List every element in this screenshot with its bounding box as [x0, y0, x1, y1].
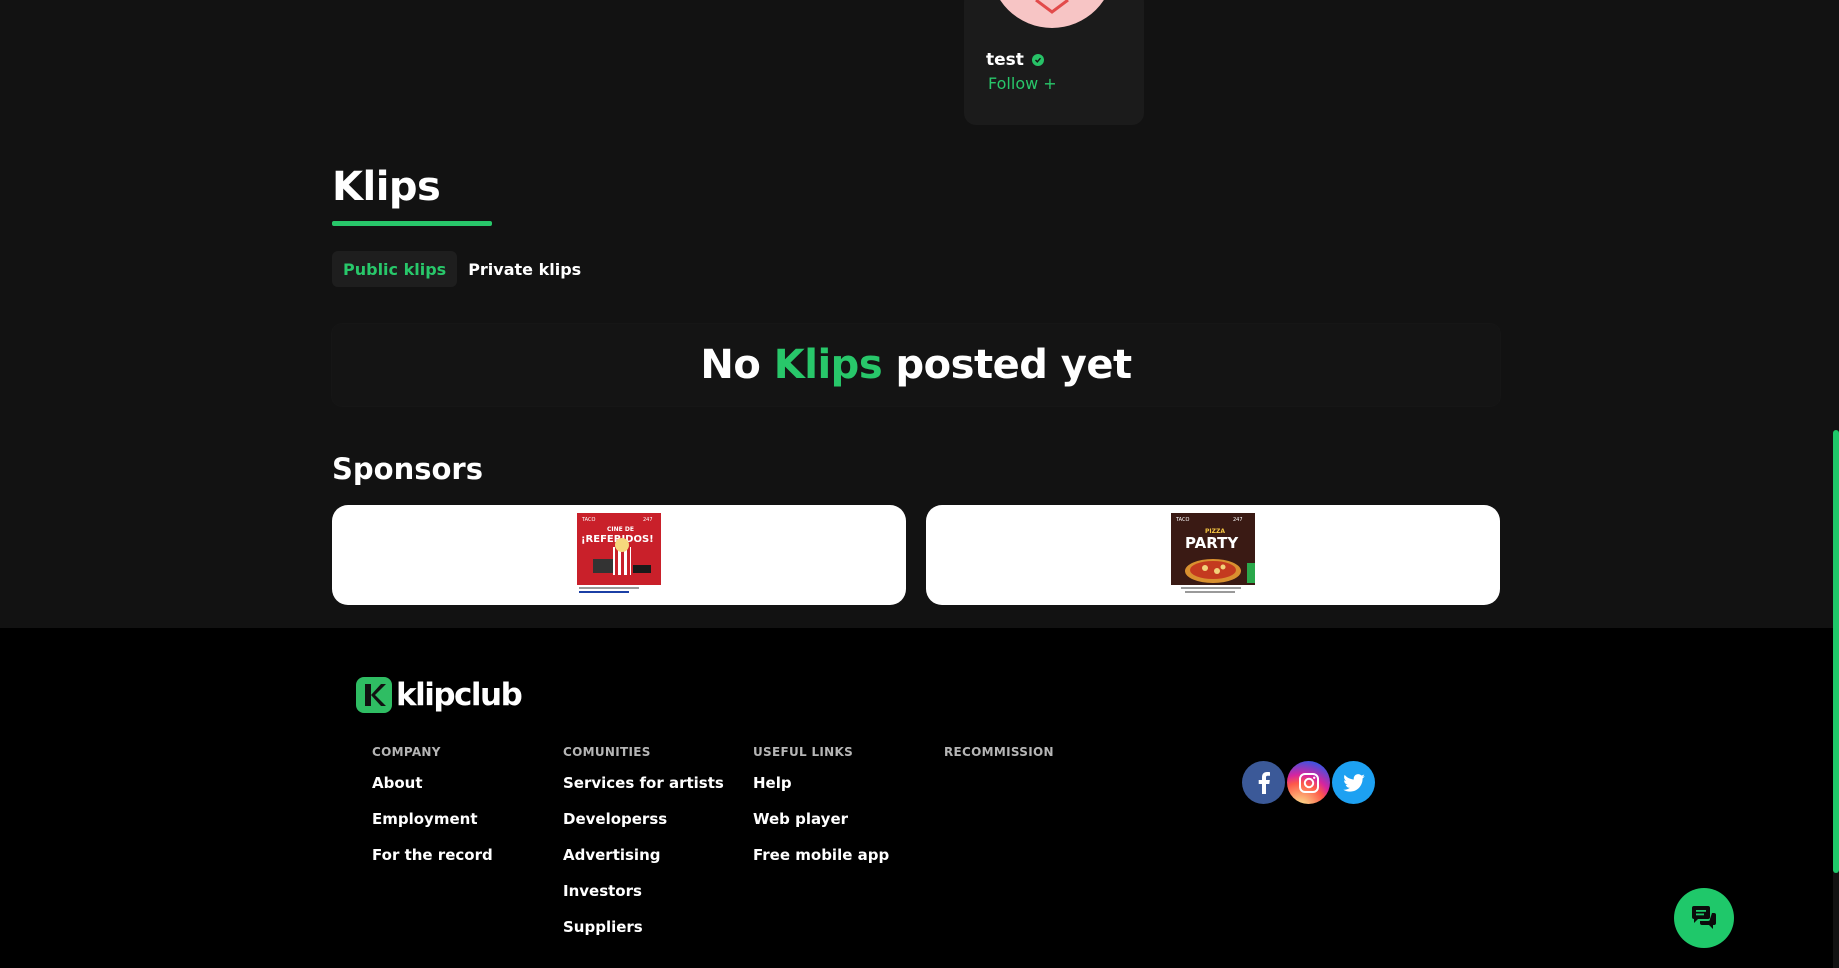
footer-link-services-for-artists[interactable]: Services for artists	[563, 774, 724, 792]
profile-card: test Follow +	[964, 0, 1144, 125]
sponsor-card[interactable]: TACO 247 PIZZA PARTY	[926, 505, 1500, 605]
sponsor-card[interactable]: TACO 247 CINE DE ¡REFERIDOS!	[332, 505, 906, 605]
footer-link-investors[interactable]: Investors	[563, 882, 724, 900]
empty-text-start: No	[700, 342, 774, 388]
chat-button[interactable]	[1674, 888, 1734, 948]
ad-headline: PARTY	[1185, 534, 1239, 552]
empty-state-message: No Klips posted yet	[700, 342, 1133, 388]
footer-link-help[interactable]: Help	[753, 774, 889, 792]
logo-text: klipclub	[396, 677, 523, 713]
klipclub-logo[interactable]: klipclub	[356, 677, 523, 713]
footer-link-suppliers[interactable]: Suppliers	[563, 918, 724, 936]
ad-brand-left: TACO	[581, 517, 595, 523]
footer-link-for-the-record[interactable]: For the record	[372, 846, 493, 864]
footer-column-comunities: COMUNITIES Services for artists Develope…	[563, 745, 724, 954]
sponsor-ad-cinema-image: TACO 247 CINE DE ¡REFERIDOS!	[577, 513, 661, 597]
footer-column-heading: COMUNITIES	[563, 745, 651, 759]
verified-icon	[1031, 54, 1044, 66]
sponsor-ad-pizza-image: TACO 247 PIZZA PARTY	[1171, 513, 1255, 597]
footer-link-free-mobile-app[interactable]: Free mobile app	[753, 846, 889, 864]
facebook-icon[interactable]	[1242, 761, 1285, 804]
footer-column-useful-links: USEFUL LINKS Help Web player Free mobile…	[753, 745, 889, 882]
footer-link-developers[interactable]: Developerss	[563, 810, 724, 828]
footer-column-company: COMPANY About Employment For the record	[372, 745, 493, 882]
footer-column-heading: RECOMMISSION	[944, 745, 1054, 759]
social-links	[1242, 761, 1375, 804]
profile-name-row: test	[986, 50, 1044, 70]
footer-link-web-player[interactable]: Web player	[753, 810, 889, 828]
ad-brand-right: 247	[643, 517, 653, 523]
avatar[interactable]	[990, 0, 1114, 28]
klips-heading-underline	[332, 221, 492, 226]
footer-link-about[interactable]: About	[372, 774, 493, 792]
follow-button[interactable]: Follow +	[988, 74, 1057, 93]
empty-text-end: posted yet	[882, 342, 1133, 388]
twitter-icon[interactable]	[1332, 761, 1375, 804]
sponsors-heading: Sponsors	[332, 452, 483, 486]
tab-private-klips[interactable]: Private klips	[457, 251, 592, 287]
footer: klipclub COMPANY About Employment For th…	[0, 628, 1833, 968]
footer-column-recommission: RECOMMISSION	[944, 745, 1054, 774]
scrollbar-thumb[interactable]	[1833, 430, 1839, 873]
scrollbar-track[interactable]	[1833, 0, 1839, 968]
footer-link-employment[interactable]: Employment	[372, 810, 493, 828]
footer-link-advertising[interactable]: Advertising	[563, 846, 724, 864]
instagram-icon[interactable]	[1287, 761, 1330, 804]
chat-icon	[1692, 906, 1716, 929]
ad-brand-right: 247	[1233, 517, 1243, 523]
ad-brand-left: TACO	[1175, 517, 1189, 523]
klipclub-logo-icon	[356, 677, 392, 713]
klips-tabs: Public klips Private klips	[332, 251, 592, 287]
footer-column-heading: USEFUL LINKS	[753, 745, 854, 759]
empty-state: No Klips posted yet	[332, 324, 1500, 406]
ad-headline-small: CINE DE	[607, 526, 634, 533]
chevron-down-icon	[1035, 0, 1069, 14]
empty-text-highlight: Klips	[773, 342, 883, 388]
klips-heading: Klips	[332, 164, 441, 210]
tab-public-klips[interactable]: Public klips	[332, 251, 458, 287]
footer-column-heading: COMPANY	[372, 745, 441, 759]
profile-name: test	[986, 50, 1024, 70]
